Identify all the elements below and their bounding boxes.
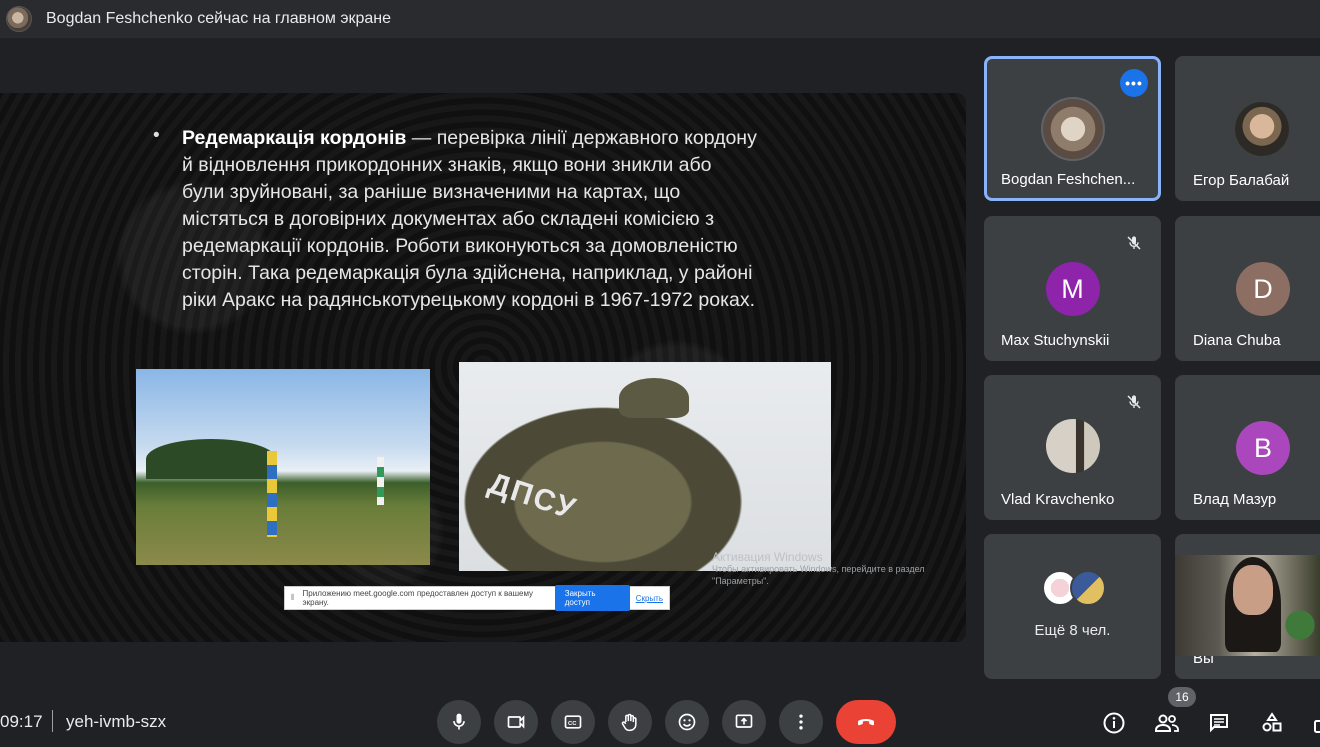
more-options-button[interactable] (779, 700, 823, 744)
screen-share-bar: ⦀ Приложению meet.google.com предоставле… (284, 585, 670, 611)
activities-icon (1262, 712, 1282, 732)
participant-tile-vlad-mazur[interactable]: › B Влад Мазур (1175, 375, 1320, 520)
self-face-shape (1233, 565, 1273, 615)
avatar-letter: B (1236, 421, 1290, 475)
slide-line: ріки Аракс на радянськотурецькому кордон… (182, 289, 756, 311)
hide-bar-link[interactable]: Скрыть (636, 594, 663, 603)
plant-shape (1280, 595, 1320, 655)
avatar (1040, 97, 1105, 161)
captions-icon: CC (564, 715, 582, 729)
shared-screen: • Редемаркація кордонів — перевірка ліні… (0, 93, 966, 642)
activities-button[interactable] (1257, 708, 1287, 738)
svg-text:CC: CC (568, 721, 577, 727)
more-options-button[interactable]: ••• (1120, 69, 1148, 97)
chat-button[interactable] (1204, 708, 1234, 738)
emoji-button[interactable] (665, 700, 709, 744)
slide-line: — перевірка лінії державного кордону (411, 127, 757, 149)
microphone-button[interactable] (437, 700, 481, 744)
avatar (1235, 102, 1289, 156)
raise-hand-button[interactable] (608, 700, 652, 744)
camera-icon (507, 715, 525, 729)
slide-line: сторін. Така редемаркація була здійснена… (182, 262, 753, 284)
presenter-avatar (6, 6, 32, 32)
neighbor-border-post (377, 457, 384, 505)
camera-button[interactable] (494, 700, 538, 744)
participant-name: Diana Chuba (1193, 332, 1281, 349)
presenter-notice-bar: Bogdan Feshchenko сейчас на главном экра… (0, 0, 1320, 38)
watermark-line: Чтобы активировать Windows, перейдите в … (712, 564, 925, 574)
slide-line: редемаркації кордонів. Роботи виконуютьс… (182, 235, 738, 257)
more-participants-label: Ещё 8 чел. (1034, 622, 1111, 639)
info-icon (1103, 712, 1125, 734)
slide-text: Редемаркація кордонів — перевірка лінії … (182, 125, 812, 314)
share-message: Приложению meet.google.com предоставлен … (302, 589, 534, 607)
mic-off-icon (1123, 232, 1145, 254)
slide-term: Редемаркація кордонів (182, 127, 407, 149)
slide-line: були зруйновані, за раніше визначеними н… (182, 181, 681, 203)
participant-tile-egor[interactable]: › Егор Балабай (1175, 56, 1320, 201)
avatar-cluster (1042, 570, 1106, 606)
avatar (1045, 419, 1100, 473)
border-posts-photo (136, 369, 430, 565)
avatar-letter: M (1045, 262, 1100, 316)
mic-off-icon (1123, 391, 1145, 413)
share-icon: ⦀ (291, 593, 295, 602)
participant-name: Егор Балабай (1193, 172, 1290, 189)
watermark-title: Активация Windows (712, 550, 823, 564)
more-participants-tile[interactable]: Ещё 8 чел. (984, 534, 1161, 679)
meeting-details-button[interactable] (1099, 708, 1129, 738)
more-vert-icon (799, 714, 803, 730)
emoji-icon (678, 713, 696, 731)
bullet-icon: • (153, 125, 160, 146)
present-screen-button[interactable] (722, 700, 766, 744)
participant-name: Влад Мазур (1193, 491, 1277, 508)
divider (52, 710, 53, 732)
hang-up-icon (858, 719, 874, 726)
present-icon (735, 714, 753, 728)
slide-line: й відновлення прикордонних знаків, якщо … (182, 154, 712, 176)
hand-icon (621, 713, 637, 732)
participant-name: Vlad Kravchenko (1001, 491, 1115, 508)
presenter-notice: Bogdan Feshchenko сейчас на главном экра… (46, 10, 392, 27)
clock: 09:17 (0, 712, 43, 731)
people-count-badge: 16 (1168, 687, 1196, 707)
participant-tile-diana[interactable]: › D Diana Chuba (1175, 216, 1320, 361)
helmet-shape (619, 378, 689, 418)
chat-icon (1210, 714, 1228, 733)
participant-tile-vlad-kravchenko[interactable]: Vlad Kravchenko (984, 375, 1161, 520)
participant-tile-max[interactable]: M Max Stuchynskii (984, 216, 1161, 361)
participant-name: Bogdan Feshchen... (1001, 171, 1136, 188)
slide-line: містяться в договірних документах або ск… (182, 208, 715, 230)
control-bar: 09:17 yeh-ivmb-szx CC (0, 700, 1320, 747)
border-guard-photo: ДПСУ (459, 362, 831, 571)
watermark-line: "Параметры". (712, 576, 769, 586)
host-controls-button[interactable] (1304, 708, 1320, 738)
meeting-code: yeh-ivmb-szx (66, 712, 167, 731)
self-video (1175, 555, 1320, 656)
hill-shape (146, 439, 276, 479)
lock-icon (1314, 720, 1320, 733)
stop-sharing-button[interactable]: Закрыть доступ (554, 585, 630, 611)
captions-button[interactable]: CC (551, 700, 595, 744)
mic-icon (453, 713, 465, 730)
participant-tile-bogdan[interactable]: ••• Bogdan Feshchen... (984, 56, 1161, 201)
participant-name: Max Stuchynskii (1001, 332, 1110, 349)
avatar-letter: D (1236, 262, 1290, 316)
people-icon (1155, 714, 1179, 732)
avatar (1070, 570, 1106, 606)
people-button[interactable] (1152, 708, 1182, 738)
ukraine-border-post (267, 451, 277, 537)
leave-call-button[interactable] (836, 700, 896, 744)
windows-activation-watermark: Активация Windows Чтобы активировать Win… (712, 551, 925, 587)
